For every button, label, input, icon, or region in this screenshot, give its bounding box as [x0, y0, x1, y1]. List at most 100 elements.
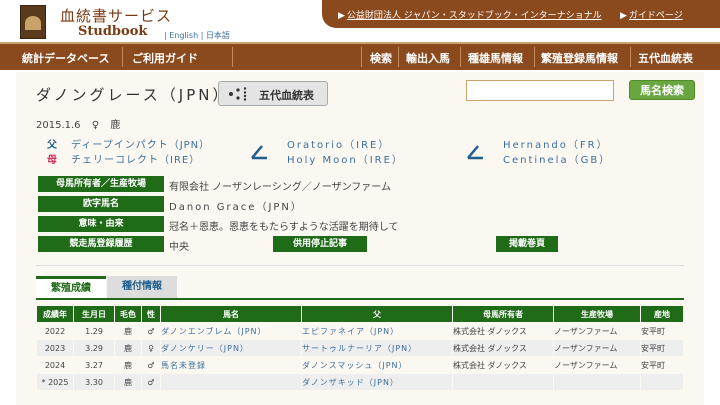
cell-region: 安平町: [641, 360, 665, 370]
dam-link[interactable]: チェリーコレクト（IRE）: [71, 151, 200, 166]
tab-covering-info[interactable]: 種付情報: [107, 276, 177, 298]
cell-year: * 2025: [37, 374, 73, 390]
birth-info: 2015.1.6 ♀ 鹿: [36, 116, 120, 131]
cell-farm: ノーザンファーム: [554, 360, 618, 370]
damsire-dam-link[interactable]: Centinela（GB）: [503, 151, 611, 166]
col-birthdate: 生月日: [74, 306, 114, 322]
horse-color: 鹿: [110, 120, 121, 131]
meaning-label: 意味・由来: [38, 216, 164, 232]
cell-horse-name-link[interactable]: ダノンケリー（JPN）: [161, 340, 301, 356]
cell-farm: [554, 374, 640, 390]
pedigree-button-label: 五代血統表: [259, 89, 314, 102]
col-region: 産地: [641, 306, 683, 322]
col-color: 毛色: [115, 306, 141, 322]
cell-region: 安平町: [641, 326, 665, 336]
cell-horse-name-link[interactable]: ダノンエンブレム（JPN）: [161, 323, 301, 339]
horse-search-input[interactable]: [466, 80, 614, 101]
cell-sire-link[interactable]: サートゥルナーリア（JPN）: [302, 340, 452, 356]
nav-import-export[interactable]: 輸出入馬: [406, 50, 450, 66]
cell-farm: ノーザンファーム: [554, 340, 640, 356]
cell-color: 鹿: [115, 374, 141, 390]
nav-usage-guide[interactable]: ご利用ガイド: [132, 50, 198, 66]
cell-sex: ♀: [142, 340, 160, 356]
pedigree-branch-icon: [251, 145, 267, 160]
guide-page-link[interactable]: ガイドページ: [620, 8, 683, 21]
site-header: 血統書サービス Studbook | English | 日本語 公益財団法人 …: [0, 0, 720, 42]
tab-underline: [36, 298, 684, 300]
pedigree-branch-icon: [467, 145, 483, 160]
damsire-sire-link[interactable]: Hernando（FR）: [503, 136, 609, 151]
site-logo[interactable]: [20, 5, 46, 39]
nav-divider: [534, 47, 535, 67]
sire-label: 父: [47, 140, 57, 151]
five-gen-pedigree-button[interactable]: 五代血統表: [218, 81, 328, 106]
nav-stallion-info[interactable]: 種雄馬情報: [468, 50, 523, 66]
cell-color: 鹿: [124, 326, 132, 336]
main-navbar: 統計データベース ご利用ガイド 検索 輸出入馬 種雄馬情報 繁殖登録馬情報 五代…: [0, 42, 720, 70]
cell-region: 安平町: [641, 340, 683, 356]
cell-sire-link[interactable]: ダノンスマッシュ（JPN）: [302, 357, 452, 373]
nav-divider: [122, 47, 123, 67]
col-owner: 母馬所有者: [453, 306, 553, 322]
nav-divider: [398, 47, 399, 67]
cell-year: 2023: [37, 340, 73, 356]
nav-statistics-db[interactable]: 統計データベース: [22, 50, 109, 66]
cell-owner: [453, 374, 553, 390]
cell-horse-name-link[interactable]: 馬名未登録: [161, 357, 301, 373]
site-subtitle: Studbook: [78, 24, 148, 39]
cell-birthdate: 1.29: [85, 326, 103, 336]
cell-year: 2022: [44, 326, 66, 336]
horse-sex: ♀: [91, 120, 100, 131]
nav-divider: [630, 47, 631, 67]
roman-name-value: Danon Grace（JPN）: [169, 202, 303, 213]
cell-sire-link[interactable]: エピファネイア（JPN）: [302, 323, 452, 339]
cell-horse-name-link[interactable]: [161, 374, 301, 390]
jsi-link[interactable]: 公益財団法人 ジャパン・スタッドブック・インターナショナル: [338, 8, 602, 21]
table-header-row: 成績年 生月日 毛色 性 馬名 父 母馬所有者 生産牧場 産地: [37, 306, 683, 322]
owner-breeder-value: 有限会社 ノーザンレーシング／ノーザンファーム: [169, 182, 391, 193]
lang-sep: |: [164, 31, 167, 40]
lang-japanese-link[interactable]: 日本語: [206, 31, 230, 40]
lang-sep: |: [200, 31, 204, 40]
cell-sex: ♂: [147, 360, 155, 370]
damdam-link[interactable]: Holy Moon（IRE）: [287, 151, 404, 166]
col-sire: 父: [302, 306, 452, 322]
cell-sex: ♂: [142, 374, 160, 390]
published-volume-button[interactable]: 掲載巻頁: [496, 236, 558, 252]
damsire-link[interactable]: Oratorio（IRE）: [287, 136, 390, 151]
lang-english-link[interactable]: English: [169, 31, 198, 40]
site-title[interactable]: 血統書サービス: [60, 5, 172, 26]
nav-five-gen-pedigree[interactable]: 五代血統表: [638, 50, 693, 66]
cell-birthdate: 3.29: [74, 340, 114, 356]
race-registration-value: 中央: [169, 242, 189, 253]
nav-search[interactable]: 検索: [370, 50, 392, 66]
dam-label: 母: [47, 155, 57, 166]
cell-color: 鹿: [124, 360, 132, 370]
cell-owner: 株式会社 ダノックス: [453, 340, 553, 356]
tab-breeding-record[interactable]: 繁殖成績: [36, 276, 106, 298]
cell-birthdate: 3.30: [74, 374, 114, 390]
cell-sire-link[interactable]: ダノンザキッド（JPN）: [302, 374, 452, 390]
table-row: 2024 3.27 鹿 ♂ 馬名未登録 ダノンスマッシュ（JPN） 株式会社 ダ…: [37, 357, 683, 373]
roman-name-label: 欧字馬名: [38, 196, 164, 212]
pedigree-tree-icon: [229, 87, 247, 101]
breeding-record-table: 成績年 生月日 毛色 性 馬名 父 母馬所有者 生産牧場 産地 2022 1.2…: [36, 305, 684, 391]
cell-birthdate: 3.27: [85, 360, 103, 370]
cell-owner: 株式会社 ダノックス: [453, 326, 527, 336]
horse-name: ダノングレース（JPN）: [36, 86, 231, 104]
nav-divider: [232, 47, 233, 67]
nav-broodmare-info[interactable]: 繁殖登録馬情報: [541, 50, 618, 66]
table-row: 2022 1.29 鹿 ♂ ダノンエンブレム（JPN） エピファネイア（JPN）…: [37, 323, 683, 339]
horse-search-button[interactable]: 馬名検索: [629, 80, 695, 100]
cell-farm: ノーザンファーム: [554, 326, 618, 336]
sire-link[interactable]: ディープインパクト（JPN）: [71, 136, 210, 151]
cell-color: 鹿: [115, 340, 141, 356]
cell-sex: ♂: [147, 326, 155, 336]
owner-breeder-label: 母馬所有者／生産牧場: [38, 176, 164, 192]
table-row: * 2025 3.30 鹿 ♂ ダノンザキッド（JPN）: [37, 374, 683, 390]
col-year: 成績年: [37, 306, 73, 322]
suspension-article-button[interactable]: 供用停止記事: [273, 236, 367, 252]
language-switch: | English | 日本語: [164, 30, 230, 41]
cell-region: [641, 374, 683, 390]
col-farm: 生産牧場: [554, 306, 640, 322]
